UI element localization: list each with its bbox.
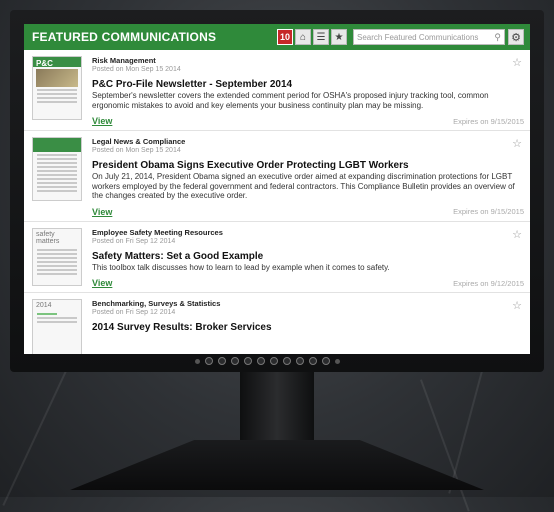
thumb-label: safety matters <box>36 230 60 245</box>
item-title[interactable]: Safety Matters: Set a Good Example <box>92 251 524 262</box>
monitor-button[interactable] <box>218 357 226 365</box>
favorite-star-icon[interactable]: ☆ <box>512 137 522 150</box>
favorite-star-icon[interactable]: ☆ <box>512 228 522 241</box>
item-posted-date: Posted on Fri Sep 12 2014 <box>92 237 176 245</box>
view-link[interactable]: View <box>92 278 112 288</box>
item-posted-date: Posted on Fri Sep 12 2014 <box>92 309 176 316</box>
item-description: On July 21, 2014, President Obama signed… <box>92 172 515 200</box>
monitor-stand-base <box>70 440 484 490</box>
item-description: This toolbox talk discusses how to learn… <box>92 262 390 272</box>
view-link[interactable]: View <box>92 116 112 126</box>
item-title[interactable]: 2014 Survey Results: Broker Services <box>92 322 524 333</box>
monitor-buttons <box>195 357 340 365</box>
monitor-button[interactable] <box>231 357 239 365</box>
panel-title: FEATURED COMMUNICATIONS <box>32 30 217 44</box>
monitor-button[interactable] <box>322 357 330 365</box>
list-item: P&C Risk Management Posted on Mon Sep 15… <box>24 50 530 131</box>
thumbnail[interactable]: safety matters <box>32 227 82 286</box>
thumb-label: P&C <box>36 59 53 68</box>
item-category: Benchmarking, Surveys & Statistics <box>92 299 221 308</box>
monitor-button[interactable] <box>244 357 252 365</box>
item-expiry: Expires on 9/15/2015 <box>453 207 524 216</box>
monitor-button[interactable] <box>205 357 213 365</box>
item-posted-date: Posted on Mon Sep 15 2014 <box>92 147 181 154</box>
view-link[interactable]: View <box>92 207 112 217</box>
item-category: Employee Safety Meeting Resources <box>92 227 223 237</box>
monitor-led <box>335 358 340 364</box>
monitor-button[interactable] <box>283 357 291 365</box>
search-box: ⚲ <box>353 29 505 45</box>
featured-header: FEATURED COMMUNICATIONS 10 ⌂ ☰ ★ ⚲ ⚙ <box>24 24 530 50</box>
monitor-button[interactable] <box>270 357 278 365</box>
favorite-star-icon[interactable]: ☆ <box>512 299 522 312</box>
search-icon[interactable]: ⚲ <box>491 32 504 43</box>
thumbnail[interactable] <box>32 137 82 201</box>
monitor-button[interactable] <box>309 357 317 365</box>
background-streak <box>2 360 72 506</box>
thumbnail[interactable]: P&C <box>32 56 82 120</box>
screen: FEATURED COMMUNICATIONS 10 ⌂ ☰ ★ ⚲ ⚙ P&C… <box>24 24 530 354</box>
thumb-label: 2014 <box>36 302 52 309</box>
item-category: Legal News & Compliance <box>92 137 186 146</box>
item-category: Risk Management <box>92 56 156 65</box>
gear-icon[interactable]: ⚙ <box>508 29 524 45</box>
item-expiry: Expires on 9/12/2015 <box>453 278 524 288</box>
star-icon[interactable]: ★ <box>331 29 347 45</box>
item-title[interactable]: President Obama Signs Executive Order Pr… <box>92 160 524 171</box>
item-title[interactable]: P&C Pro-File Newsletter - September 2014 <box>92 79 524 90</box>
item-expiry: Expires on 9/15/2015 <box>453 116 524 126</box>
power-led <box>195 358 200 364</box>
list-icon[interactable]: ☰ <box>313 29 329 45</box>
home-icon[interactable]: ⌂ <box>295 29 311 45</box>
count-badge[interactable]: 10 <box>277 29 293 45</box>
item-description: September's newsletter covers the extend… <box>92 91 489 110</box>
search-input[interactable] <box>354 32 492 42</box>
favorite-star-icon[interactable]: ☆ <box>512 56 522 69</box>
item-posted-date: Posted on Mon Sep 15 2014 <box>92 66 181 73</box>
list-item: 2014 Benchmarking, Surveys & Statistics … <box>24 293 530 354</box>
list-item: safety matters Employee Safety Meeting R… <box>24 222 530 293</box>
monitor-button[interactable] <box>257 357 265 365</box>
list-item: Legal News & Compliance Posted on Mon Se… <box>24 131 530 222</box>
thumbnail[interactable]: 2014 <box>32 299 82 354</box>
monitor-button[interactable] <box>296 357 304 365</box>
